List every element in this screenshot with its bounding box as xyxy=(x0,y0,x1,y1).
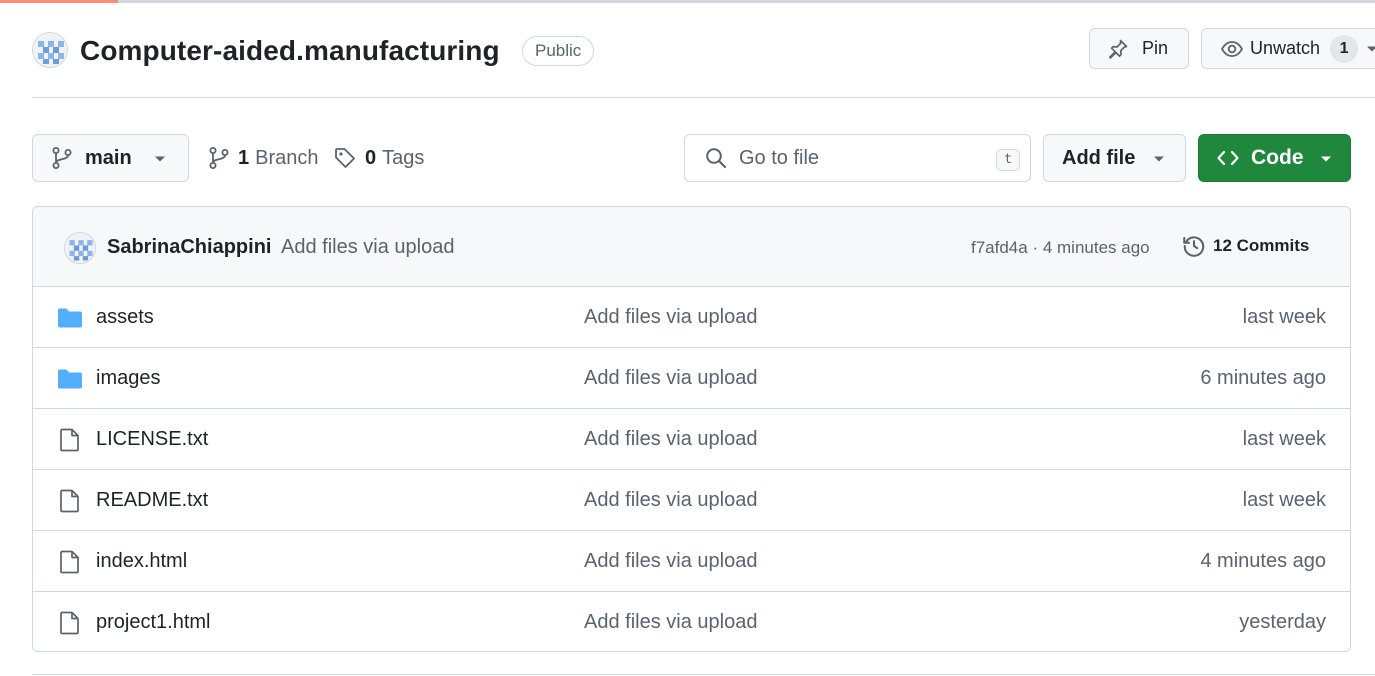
tags-count: 0 xyxy=(365,146,377,169)
file-row-license[interactable]: LICENSE.txt Add files via upload last we… xyxy=(33,409,1350,470)
file-updated-time: last week xyxy=(1242,306,1326,328)
file-updated-time: yesterday xyxy=(1239,611,1326,633)
code-label: Code xyxy=(1251,146,1304,169)
add-file-label: Add file xyxy=(1062,146,1136,169)
visibility-badge: Public xyxy=(522,36,595,66)
branches-label: Branch xyxy=(255,146,319,169)
file-icon xyxy=(60,550,79,574)
commit-hash-time[interactable]: f7afd4a · 4 minutes ago xyxy=(971,238,1150,258)
file-row-images[interactable]: images Add files via upload 6 minutes ag… xyxy=(33,348,1350,409)
file-row-readme[interactable]: README.txt Add files via upload last wee… xyxy=(33,470,1350,531)
branch-selector[interactable]: main xyxy=(32,134,189,182)
file-browser: SabrinaChiappini Add files via upload f7… xyxy=(32,206,1351,652)
file-updated-time: 6 minutes ago xyxy=(1200,367,1326,389)
file-name[interactable]: index.html xyxy=(96,550,187,573)
file-commit-message[interactable]: Add files via upload xyxy=(584,306,757,329)
file-commit-message[interactable]: Add files via upload xyxy=(584,550,757,573)
latest-commit-bar: SabrinaChiappini Add files via upload f7… xyxy=(33,207,1350,287)
go-to-file-input[interactable] xyxy=(739,146,979,170)
unwatch-label: Unwatch xyxy=(1250,38,1321,58)
active-tab-underline xyxy=(0,0,118,3)
identicon-icon xyxy=(33,33,67,67)
pin-label: Pin xyxy=(1142,38,1169,58)
folder-icon xyxy=(58,369,82,389)
go-to-file-search[interactable]: t xyxy=(684,134,1031,182)
chevron-down-icon xyxy=(1321,156,1331,162)
header-divider xyxy=(32,97,1375,98)
chevron-down-icon xyxy=(155,156,165,162)
file-row-project1[interactable]: project1.html Add files via upload yeste… xyxy=(33,592,1350,651)
pin-button[interactable]: Pin xyxy=(1089,28,1189,69)
top-border xyxy=(0,0,1375,3)
chevron-down-icon xyxy=(1154,156,1164,162)
file-icon xyxy=(60,428,79,452)
branches-count: 1 xyxy=(238,146,250,169)
repo-title[interactable]: Computer-aided.manufacturing xyxy=(80,35,500,67)
commits-history-link[interactable]: 12 Commits xyxy=(1181,233,1309,259)
tags-link[interactable]: 0 Tags xyxy=(333,146,424,170)
branch-name: main xyxy=(85,146,132,169)
chevron-down-icon xyxy=(1367,46,1375,51)
file-updated-time: last week xyxy=(1242,489,1326,511)
file-name[interactable]: images xyxy=(96,367,160,390)
unwatch-button[interactable]: Unwatch 1 xyxy=(1201,28,1375,69)
author-avatar[interactable] xyxy=(64,232,96,264)
code-button[interactable]: Code xyxy=(1198,134,1351,182)
keyboard-shortcut-hint: t xyxy=(996,149,1020,171)
file-name[interactable]: assets xyxy=(96,306,154,329)
tag-icon xyxy=(335,148,355,168)
eye-icon xyxy=(1220,40,1244,57)
section-divider xyxy=(32,674,1375,675)
file-name[interactable]: README.txt xyxy=(96,489,208,512)
file-row-index[interactable]: index.html Add files via upload 4 minute… xyxy=(33,531,1350,592)
repo-header: Computer-aided.manufacturing Public Pin … xyxy=(32,28,1375,74)
history-icon xyxy=(1183,236,1205,257)
folder-icon xyxy=(58,308,82,328)
commit-message[interactable]: Add files via upload xyxy=(281,236,454,259)
owner-avatar[interactable] xyxy=(32,32,68,68)
search-icon xyxy=(706,148,727,169)
file-icon xyxy=(60,611,79,635)
branches-link[interactable]: 1 Branch xyxy=(208,146,319,170)
git-branch-icon xyxy=(52,147,72,169)
file-commit-message[interactable]: Add files via upload xyxy=(584,611,757,634)
git-branch-icon xyxy=(209,147,229,169)
tags-label: Tags xyxy=(382,146,425,169)
file-commit-message[interactable]: Add files via upload xyxy=(584,428,757,451)
add-file-button[interactable]: Add file xyxy=(1043,134,1186,182)
file-name[interactable]: project1.html xyxy=(96,611,211,634)
file-commit-message[interactable]: Add files via upload xyxy=(584,367,757,390)
commits-label: 12 Commits xyxy=(1213,236,1310,255)
file-name[interactable]: LICENSE.txt xyxy=(96,428,208,451)
watch-count: 1 xyxy=(1330,34,1359,63)
file-updated-time: 4 minutes ago xyxy=(1200,550,1326,572)
file-updated-time: last week xyxy=(1242,428,1326,450)
file-commit-message[interactable]: Add files via upload xyxy=(584,489,757,512)
file-row-assets[interactable]: assets Add files via upload last week xyxy=(33,287,1350,348)
identicon-icon xyxy=(65,233,95,263)
commit-author[interactable]: SabrinaChiappini xyxy=(107,236,271,259)
pin-icon xyxy=(1108,39,1128,59)
file-icon xyxy=(60,489,79,513)
code-icon xyxy=(1217,150,1239,166)
